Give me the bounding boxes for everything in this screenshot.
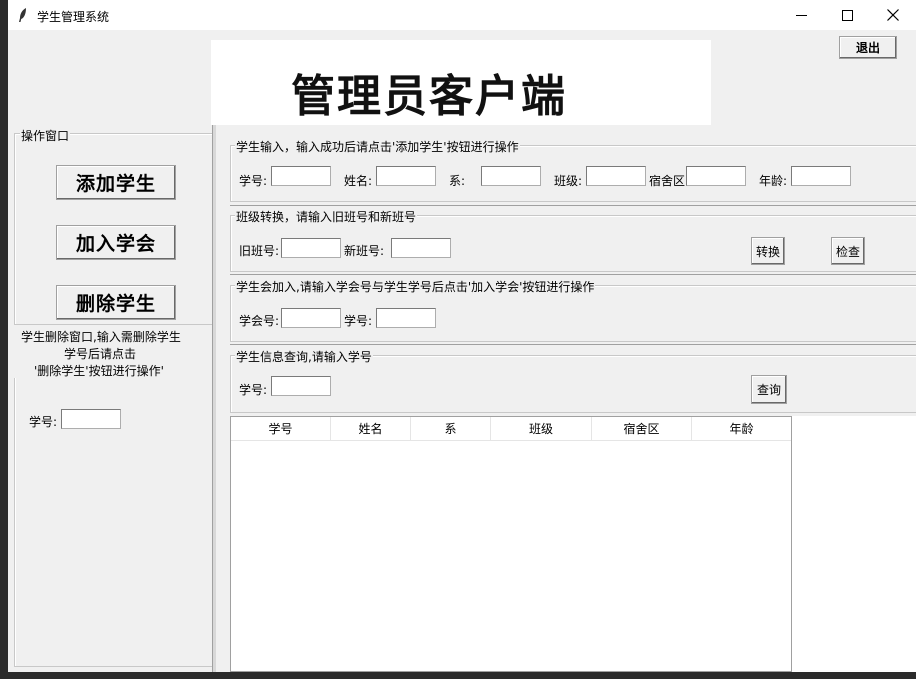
query-id-label: 学号:: [239, 383, 268, 397]
add-class-input[interactable]: [586, 166, 646, 186]
check-button[interactable]: 检查: [831, 237, 865, 265]
panel-separator: [212, 125, 216, 672]
add-name-label: 姓名:: [344, 174, 373, 188]
add-id-input[interactable]: [271, 166, 331, 186]
new-class-label: 新班号:: [344, 244, 385, 258]
old-class-label: 旧班号:: [239, 244, 280, 258]
column-header-class[interactable]: 班级: [491, 417, 592, 441]
union-id-label: 学会号:: [239, 314, 280, 328]
delete-legend-line3: '删除学生'按钮进行操作': [34, 364, 164, 378]
new-class-input[interactable]: [391, 238, 451, 258]
maximize-icon: [841, 9, 853, 21]
union-id-input[interactable]: [281, 308, 341, 328]
table-header: 学号 姓名 系 班级 宿舍区 年龄: [231, 417, 791, 441]
join-union-button[interactable]: 加入学会: [56, 225, 176, 260]
add-dorm-label: 宿舍区: [649, 174, 686, 188]
add-dept-input[interactable]: [481, 166, 541, 186]
add-student-button[interactable]: 添加学生: [56, 165, 176, 200]
query-button[interactable]: 查询: [751, 375, 787, 404]
column-header-id[interactable]: 学号: [231, 417, 331, 441]
add-class-label: 班级:: [554, 174, 583, 188]
union-student-id-input[interactable]: [376, 308, 436, 328]
delete-id-label: 学号:: [29, 415, 58, 429]
union-student-id-label: 学号:: [344, 314, 373, 328]
add-id-label: 学号:: [239, 174, 268, 188]
delete-student-button[interactable]: 删除学生: [56, 285, 176, 320]
union-legend: 学生会加入,请输入学会号与学生学号后点击'加入学会'按钮进行操作: [235, 278, 596, 295]
table-blank-area: [792, 416, 916, 672]
add-age-label: 年龄:: [759, 174, 788, 188]
delete-id-input[interactable]: [61, 409, 121, 429]
old-class-input[interactable]: [281, 238, 341, 258]
column-header-name[interactable]: 姓名: [331, 417, 411, 441]
delete-legend-line2: 学号后请点击: [64, 347, 137, 361]
close-icon: [887, 9, 899, 21]
section-divider: [230, 274, 916, 275]
results-table[interactable]: 学号 姓名 系 班级 宿舍区 年龄: [230, 416, 792, 672]
add-dorm-input[interactable]: [686, 166, 746, 186]
title-bar[interactable]: 学生管理系统: [8, 0, 916, 30]
minimize-icon: [795, 14, 807, 16]
add-dept-label: 系:: [449, 174, 466, 188]
window-title: 学生管理系统: [37, 10, 110, 24]
maximize-button[interactable]: [824, 0, 870, 30]
banner-panel: 管理员客户端: [211, 40, 711, 125]
convert-button[interactable]: 转换: [751, 237, 785, 265]
column-header-age[interactable]: 年龄: [692, 417, 791, 441]
delete-legend-line1: 学生删除窗口,输入需删除学生: [21, 330, 181, 344]
add-student-legend: 学生输入，输入成功后请点击'添加学生'按钮进行操作: [235, 138, 520, 155]
query-id-input[interactable]: [271, 376, 331, 396]
banner-title: 管理员客户端: [291, 71, 567, 122]
operation-legend: 操作窗口: [20, 127, 71, 144]
add-age-input[interactable]: [791, 166, 851, 186]
query-legend: 学生信息查询,请输入学号: [235, 348, 373, 365]
class-convert-legend: 班级转换，请输入旧班号和新班号: [235, 208, 418, 225]
feather-icon: [19, 8, 26, 22]
close-button[interactable]: [870, 0, 916, 30]
section-divider: [230, 344, 916, 345]
exit-button[interactable]: 退出: [839, 36, 897, 59]
app-window: 学生管理系统 管理员客户端 退出 操作窗口 添加学生 加入学会 删除学生 学生删…: [8, 0, 916, 672]
add-name-input[interactable]: [376, 166, 436, 186]
column-header-dorm[interactable]: 宿舍区: [592, 417, 692, 441]
column-header-dept[interactable]: 系: [411, 417, 491, 441]
minimize-button[interactable]: [778, 0, 824, 30]
section-divider: [230, 205, 916, 206]
delete-frame: [14, 350, 215, 667]
